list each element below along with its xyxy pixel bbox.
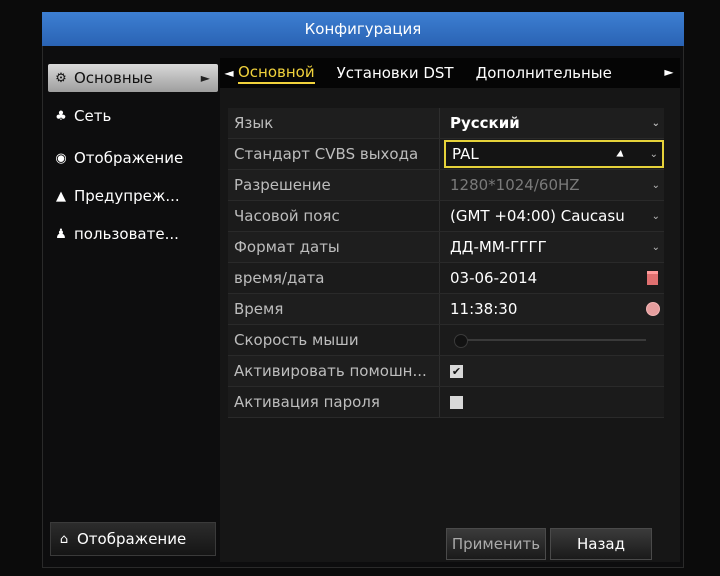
wizard-checkbox-cell: ✔ xyxy=(444,357,664,385)
tab-dst[interactable]: Установки DST xyxy=(337,64,454,82)
date-label: время/дата xyxy=(228,263,440,293)
table-row: Язык Русский ⌄ xyxy=(228,108,664,139)
network-icon: ♣ xyxy=(55,108,67,124)
table-row: Часовой пояс (GMT +04:00) Caucasu ⌄ xyxy=(228,201,664,232)
chevron-right-icon[interactable]: ► xyxy=(660,65,678,79)
chevron-right-icon: ► xyxy=(200,71,210,85)
timezone-label: Часовой пояс xyxy=(228,201,440,231)
table-row: время/дата 03-06-2014 xyxy=(228,263,664,294)
date-format-value: ДД-ММ-ГГГГ xyxy=(450,238,547,256)
date-field[interactable]: 03-06-2014 xyxy=(444,264,664,292)
timezone-select[interactable]: (GMT +04:00) Caucasu ⌄ xyxy=(444,202,664,230)
language-value: Русский xyxy=(450,114,520,132)
language-select[interactable]: Русский ⌄ xyxy=(444,109,664,137)
mouse-speed-label: Скорость мыши xyxy=(228,325,440,355)
timezone-value: (GMT +04:00) Caucasu xyxy=(450,207,625,225)
slider-track[interactable] xyxy=(454,339,646,341)
clock-icon[interactable] xyxy=(646,302,660,316)
chevron-down-icon: ⌄ xyxy=(651,117,660,129)
password-checkbox[interactable] xyxy=(450,395,463,409)
chevron-down-icon: ⌄ xyxy=(651,210,660,222)
gear-icon: ⚙ xyxy=(55,70,67,86)
cvbs-value: PAL xyxy=(452,145,479,163)
chevron-down-icon: ⌄ xyxy=(649,148,658,160)
table-row: Стандарт CVBS выхода PAL ⌄ xyxy=(228,139,664,170)
resolution-value: 1280*1024/60HZ xyxy=(450,176,580,194)
table-row: Активировать помошн... ✔ xyxy=(228,356,664,387)
wizard-checkbox[interactable]: ✔ xyxy=(450,364,463,378)
password-checkbox-cell xyxy=(444,388,664,416)
sidebar: ⚙ Основные ► ♣ Сеть ◉ Отображение ▲ Пред… xyxy=(48,58,220,510)
sidebar-item-label: пользовате... xyxy=(74,225,179,243)
sidebar-item-display[interactable]: ◉ Отображение xyxy=(48,144,218,172)
sidebar-item-network[interactable]: ♣ Сеть xyxy=(48,102,218,130)
table-row: Формат даты ДД-ММ-ГГГГ ⌄ xyxy=(228,232,664,263)
apply-button[interactable]: Применить xyxy=(446,528,546,560)
chevron-down-icon: ⌄ xyxy=(651,179,660,191)
mouse-speed-slider[interactable] xyxy=(444,326,664,354)
eye-icon: ◉ xyxy=(55,150,67,166)
date-format-select[interactable]: ДД-ММ-ГГГГ ⌄ xyxy=(444,233,664,261)
table-row: Активация пароля xyxy=(228,387,664,418)
calendar-icon[interactable] xyxy=(647,271,658,285)
sidebar-item-warning[interactable]: ▲ Предупреж... xyxy=(48,182,218,210)
config-window: Конфигурация ⚙ Основные ► ♣ Сеть ◉ Отобр… xyxy=(42,12,684,568)
table-row: Скорость мыши xyxy=(228,325,664,356)
home-icon: ⌂ xyxy=(59,531,69,547)
resolution-select[interactable]: 1280*1024/60HZ ⌄ xyxy=(444,171,664,199)
sidebar-item-label: Предупреж... xyxy=(74,187,180,205)
cvbs-select[interactable]: PAL ⌄ xyxy=(444,140,664,168)
wizard-label: Активировать помошн... xyxy=(228,356,440,386)
sidebar-item-general[interactable]: ⚙ Основные ► xyxy=(48,64,218,92)
tab-bar: ◄ Основной Установки DST Дополнительные … xyxy=(220,58,680,88)
mouse-cursor-icon xyxy=(616,150,626,160)
date-value: 03-06-2014 xyxy=(450,269,538,287)
back-button[interactable]: Назад xyxy=(550,528,652,560)
language-label: Язык xyxy=(228,108,440,138)
users-icon: ♟ xyxy=(55,226,67,242)
resolution-label: Разрешение xyxy=(228,170,440,200)
sidebar-item-users[interactable]: ♟ пользовате... xyxy=(48,220,218,248)
display-button[interactable]: ⌂ Отображение xyxy=(50,522,216,556)
time-field[interactable]: 11:38:30 xyxy=(444,295,664,323)
tab-advanced[interactable]: Дополнительные xyxy=(476,64,612,82)
table-row: Разрешение 1280*1024/60HZ ⌄ xyxy=(228,170,664,201)
cvbs-label: Стандарт CVBS выхода xyxy=(228,139,440,169)
chevron-left-icon[interactable]: ◄ xyxy=(220,66,238,80)
tab-basic[interactable]: Основной xyxy=(238,63,315,84)
table-row: Время 11:38:30 xyxy=(228,294,664,325)
display-button-label: Отображение xyxy=(77,530,187,548)
warning-icon: ▲ xyxy=(56,188,66,204)
sidebar-item-label: Отображение xyxy=(74,149,184,167)
window-title: Конфигурация xyxy=(42,12,684,46)
sidebar-item-label: Сеть xyxy=(74,107,112,125)
time-label: Время xyxy=(228,294,440,324)
settings-panel: ◄ Основной Установки DST Дополнительные … xyxy=(220,58,680,562)
time-value: 11:38:30 xyxy=(450,300,518,318)
chevron-down-icon: ⌄ xyxy=(651,241,660,253)
slider-handle[interactable] xyxy=(454,334,468,348)
settings-table: Язык Русский ⌄ Стандарт CVBS выхода PAL … xyxy=(228,108,664,418)
password-label: Активация пароля xyxy=(228,387,440,417)
sidebar-item-label: Основные xyxy=(74,69,153,87)
date-format-label: Формат даты xyxy=(228,232,440,262)
